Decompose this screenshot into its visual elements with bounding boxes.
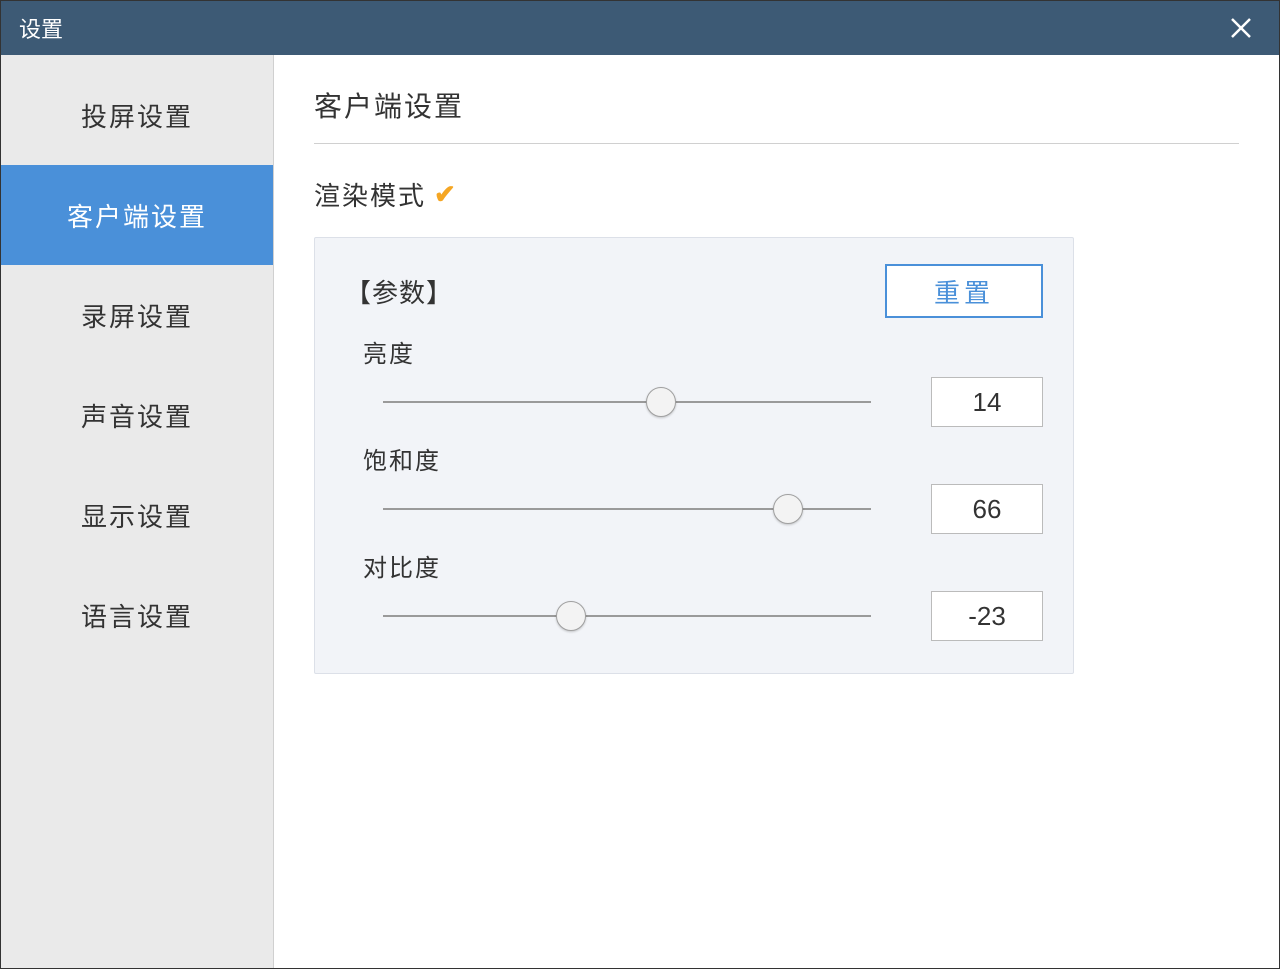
sidebar-item-label: 声音设置 <box>81 397 193 434</box>
saturation-value-input[interactable] <box>931 484 1043 534</box>
slider-controls <box>345 591 1043 641</box>
brightness-value-input[interactable] <box>931 377 1043 427</box>
sidebar-item-record-settings[interactable]: 录屏设置 <box>1 265 273 365</box>
params-panel: 【参数】 重置 亮度 饱和度 <box>314 237 1074 674</box>
slider-row-brightness: 亮度 <box>345 334 1043 427</box>
brightness-slider[interactable] <box>383 384 871 420</box>
sidebar-item-cast-settings[interactable]: 投屏设置 <box>1 65 273 165</box>
slider-controls <box>345 484 1043 534</box>
reset-button[interactable]: 重置 <box>885 264 1043 318</box>
check-icon: ✔ <box>434 179 458 210</box>
params-header: 【参数】 重置 <box>345 264 1043 318</box>
sidebar-item-display-settings[interactable]: 显示设置 <box>1 465 273 565</box>
slider-label: 亮度 <box>363 334 1043 369</box>
slider-label: 对比度 <box>363 548 1043 583</box>
main-container: 投屏设置 客户端设置 录屏设置 声音设置 显示设置 语言设置 客户端设置 渲染模… <box>1 55 1279 968</box>
window-title: 设置 <box>19 12 63 44</box>
slider-label: 饱和度 <box>363 441 1043 476</box>
sidebar: 投屏设置 客户端设置 录屏设置 声音设置 显示设置 语言设置 <box>1 55 274 968</box>
close-icon <box>1229 16 1253 40</box>
render-mode-label: 渲染模式 <box>314 176 426 213</box>
close-button[interactable] <box>1221 8 1261 48</box>
params-label: 【参数】 <box>345 273 453 310</box>
sidebar-item-label: 显示设置 <box>81 497 193 534</box>
contrast-value-input[interactable] <box>931 591 1043 641</box>
slider-thumb[interactable] <box>556 601 586 631</box>
sidebar-item-label: 投屏设置 <box>81 97 193 134</box>
sidebar-item-label: 录屏设置 <box>81 297 193 334</box>
slider-thumb[interactable] <box>773 494 803 524</box>
page-title: 客户端设置 <box>314 85 1239 144</box>
contrast-slider[interactable] <box>383 598 871 634</box>
sidebar-item-client-settings[interactable]: 客户端设置 <box>1 165 273 265</box>
slider-track <box>383 615 871 617</box>
slider-controls <box>345 377 1043 427</box>
saturation-slider[interactable] <box>383 491 871 527</box>
sidebar-item-label: 客户端设置 <box>67 197 207 234</box>
sidebar-item-label: 语言设置 <box>81 597 193 634</box>
sidebar-item-language-settings[interactable]: 语言设置 <box>1 565 273 665</box>
slider-track <box>383 401 871 403</box>
slider-thumb[interactable] <box>646 387 676 417</box>
sidebar-item-sound-settings[interactable]: 声音设置 <box>1 365 273 465</box>
render-mode-header: 渲染模式 ✔ <box>314 176 1239 213</box>
content-area: 客户端设置 渲染模式 ✔ 【参数】 重置 亮度 饱 <box>274 55 1279 968</box>
titlebar: 设置 <box>1 1 1279 55</box>
slider-row-saturation: 饱和度 <box>345 441 1043 534</box>
slider-row-contrast: 对比度 <box>345 548 1043 641</box>
